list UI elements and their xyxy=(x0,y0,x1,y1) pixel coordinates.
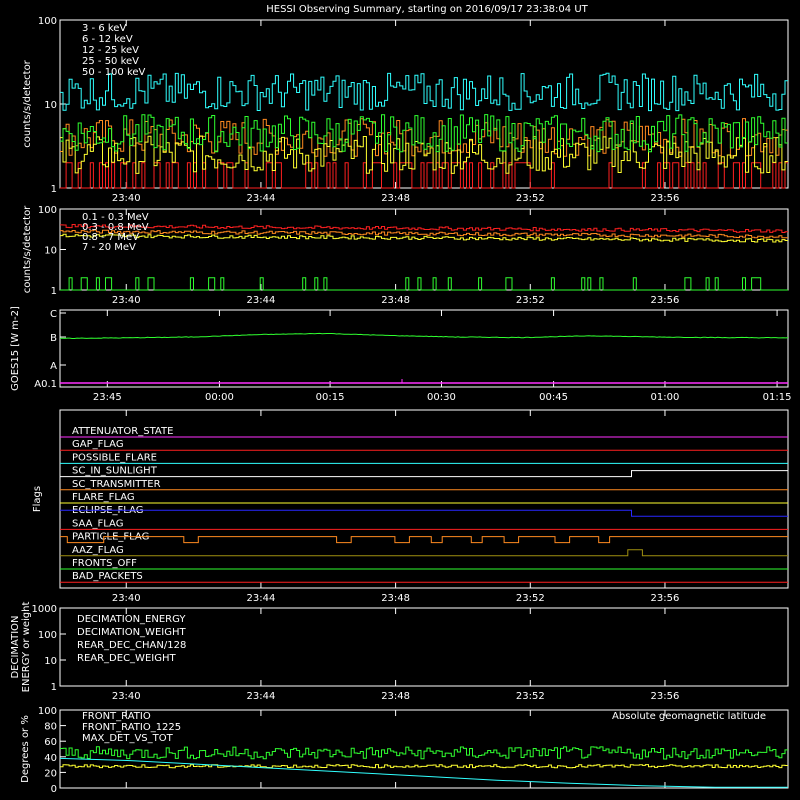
ratios-ylabel: Degrees or % xyxy=(20,715,31,783)
lightcurve-high-xtick-label: 23:44 xyxy=(247,295,276,306)
lightcurve-high-ytick-label: 100 xyxy=(38,205,57,216)
decimation-xtick-label: 23:44 xyxy=(247,691,276,702)
goes-xtick-label: 00:45 xyxy=(539,392,568,403)
flag-label: ATTENUATOR_STATE xyxy=(72,426,173,437)
ratios-ytick-label: 40 xyxy=(44,753,57,764)
lightcurve-low-xtick-label: 23:40 xyxy=(112,193,141,204)
lightcurve-low-legend-entry: 6 - 12 keV xyxy=(82,34,133,45)
flag-label: POSSIBLE_FLARE xyxy=(72,452,157,463)
goes-ylabel: GOES15 [W m-2] xyxy=(10,306,21,391)
ratios-legend-entry: FRONT_RATIO xyxy=(82,711,151,722)
decimation-ytick-label: 10 xyxy=(44,656,57,667)
decimation-legend-entry: DECIMATION_ENERGY xyxy=(77,614,186,625)
flag-line xyxy=(60,470,788,478)
goes-xtick-label: 01:15 xyxy=(763,392,792,403)
lightcurve-low-xtick-label: 23:56 xyxy=(651,193,680,204)
lightcurve-high-xtick-label: 23:52 xyxy=(516,295,545,306)
decimation-xtick-label: 23:40 xyxy=(112,691,141,702)
decimation-ylabel-line2: ENERGY or weight xyxy=(21,602,32,693)
lightcurve-high-legend-entry: 7 - 20 MeV xyxy=(82,242,136,253)
goes-frame xyxy=(59,309,789,388)
lightcurve-high-xtick-label: 23:48 xyxy=(381,295,410,306)
goes-xtick-label: 00:15 xyxy=(316,392,345,403)
lightcurve-low-xtick-label: 23:52 xyxy=(516,193,545,204)
lightcurve-high-frame xyxy=(59,208,789,291)
flag-line xyxy=(60,549,788,557)
lightcurve-high-series-line xyxy=(60,277,788,291)
goes-xtick-label: 00:30 xyxy=(427,392,456,403)
lightcurve-high-series-line xyxy=(60,224,788,233)
lightcurve-low-ytick-label: 10 xyxy=(44,100,57,111)
ratios-series-line xyxy=(60,764,788,769)
flag-label: FLARE_FLAG xyxy=(72,492,135,503)
ratios-ytick-label: 80 xyxy=(44,722,57,733)
decimation-legend-entry: REAR_DEC_CHAN/128 xyxy=(77,640,186,651)
flag-line xyxy=(60,509,788,517)
lightcurve-low-xtick-label: 23:44 xyxy=(247,193,276,204)
lightcurve-low-series-line xyxy=(60,72,788,112)
flag-label: SAA_FLAG xyxy=(72,518,123,529)
decimation-ytick-label: 1 xyxy=(51,682,57,693)
flags-xtick-label: 23:40 xyxy=(112,593,141,604)
ratios-series-line xyxy=(60,746,788,760)
lightcurve-low-ylabel: counts/s/detector xyxy=(22,59,33,147)
flags-xtick-label: 23:48 xyxy=(381,593,410,604)
decimation-xtick-label: 23:56 xyxy=(651,691,680,702)
goes-ytick-label: C xyxy=(50,309,57,320)
goes-long-channel-line xyxy=(60,332,789,339)
lightcurve-low-ytick-label: 100 xyxy=(38,16,57,27)
goes-ytick-label: B xyxy=(50,333,57,344)
hessi-summary-figure: HESSI Observing Summary, starting on 201… xyxy=(0,0,800,800)
ratios-legend-entry: MAX_DET_VS_TOT xyxy=(82,733,174,744)
goes-xtick-label: 23:45 xyxy=(93,392,122,403)
ratios-geomagnetic-latitude-line xyxy=(59,757,788,788)
lightcurve-low-series-line xyxy=(60,162,788,189)
flag-label: AAZ_FLAG xyxy=(72,545,124,556)
decimation-ytick-label: 1000 xyxy=(32,604,57,615)
ratios-ytick-label: 0 xyxy=(51,784,57,795)
flags-xtick-label: 23:52 xyxy=(516,593,545,604)
ratios-ytick-label: 20 xyxy=(44,768,57,779)
goes-ytick-label: A xyxy=(50,361,57,372)
decimation-legend-entry: REAR_DEC_WEIGHT xyxy=(77,653,176,664)
flag-label: BAD_PACKETS xyxy=(72,571,143,582)
goes-xtick-label: 00:00 xyxy=(205,392,234,403)
lightcurve-high-ylabel: counts/s/detector xyxy=(22,205,33,293)
figure-title: HESSI Observing Summary, starting on 201… xyxy=(266,4,588,15)
lightcurve-low-ytick-label: 1 xyxy=(51,184,57,195)
ratios-ytick-label: 60 xyxy=(44,737,57,748)
decimation-ytick-label: 100 xyxy=(38,630,57,641)
decimation-ylabel: DECIMATION xyxy=(10,615,21,678)
lightcurve-low-legend-entry: 25 - 50 keV xyxy=(82,56,139,67)
flags-ylabel: Flags xyxy=(32,486,43,512)
lightcurve-low-legend-entry: 3 - 6 keV xyxy=(82,23,126,34)
lightcurve-low-xtick-label: 23:48 xyxy=(381,193,410,204)
goes-ytick-label: A0.1 xyxy=(34,379,57,390)
lightcurve-high-ytick-label: 10 xyxy=(44,246,57,257)
lightcurve-low-legend-entry: 12 - 25 keV xyxy=(82,45,139,56)
lightcurve-high-ytick-label: 1 xyxy=(51,286,57,297)
flag-line xyxy=(60,536,788,544)
ratios-annotation: Absolute geomagnetic latitude xyxy=(612,711,766,722)
summary-plot-canvas: HESSI Observing Summary, starting on 201… xyxy=(10,4,792,795)
flags-xtick-label: 23:56 xyxy=(651,593,680,604)
flags-xtick-label: 23:44 xyxy=(247,593,276,604)
ratios-ytick-label: 100 xyxy=(38,706,57,717)
goes-xtick-label: 01:00 xyxy=(651,392,680,403)
flag-label: GAP_FLAG xyxy=(72,439,124,450)
lightcurve-low-legend-entry: 50 - 100 keV xyxy=(82,67,146,78)
flag-label: FRONTS_OFF xyxy=(72,558,137,569)
lightcurve-high-xtick-label: 23:56 xyxy=(651,295,680,306)
flag-label: SC_TRANSMITTER xyxy=(72,479,161,490)
decimation-legend-entry: DECIMATION_WEIGHT xyxy=(77,627,186,638)
decimation-xtick-label: 23:52 xyxy=(516,691,545,702)
lightcurve-high-xtick-label: 23:40 xyxy=(112,295,141,306)
flag-label: SC_IN_SUNLIGHT xyxy=(72,466,158,477)
decimation-xtick-label: 23:48 xyxy=(381,691,410,702)
ratios-legend-entry: FRONT_RATIO_1225 xyxy=(82,722,181,733)
